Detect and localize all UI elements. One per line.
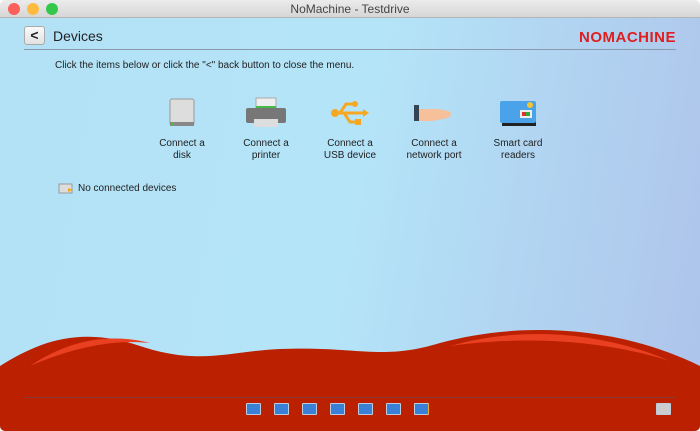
scale-toolbar-icon[interactable] xyxy=(386,403,401,415)
device-folder-icon xyxy=(58,183,73,194)
display-settings-toolbar-icon[interactable] xyxy=(414,403,429,415)
window-toolbar-icon[interactable] xyxy=(274,403,289,415)
back-button[interactable]: < xyxy=(24,26,45,45)
item-label: printer xyxy=(251,150,281,161)
item-label: Connect a xyxy=(327,138,373,149)
item-label: disk xyxy=(173,150,191,161)
connect-printer-button[interactable]: Connect a printer xyxy=(224,96,308,162)
disconnect-toolbar-icon[interactable] xyxy=(656,403,671,415)
fullscreen-toolbar-icon[interactable] xyxy=(358,403,373,415)
keyboard-toolbar-icon[interactable] xyxy=(246,403,261,415)
minimize-button[interactable] xyxy=(27,3,39,15)
resolution-toolbar-icon[interactable] xyxy=(330,403,345,415)
usb-icon xyxy=(308,96,392,130)
item-label: Smart card xyxy=(493,138,543,149)
nomachine-logo: NOMACHINE xyxy=(579,29,676,46)
instructions-text: Click the items below or click the "<" b… xyxy=(55,60,355,71)
window-title: NoMachine - Testdrive xyxy=(290,2,410,16)
header: < Devices NOMACHINE xyxy=(24,26,676,50)
disk-icon xyxy=(140,96,224,130)
connect-usb-button[interactable]: Connect a USB device xyxy=(308,96,392,162)
item-label: Connect a xyxy=(159,138,205,149)
zoom-button[interactable] xyxy=(46,3,58,15)
item-label: USB device xyxy=(323,150,377,161)
footer-toolbar xyxy=(246,403,429,415)
fit-toolbar-icon[interactable] xyxy=(302,403,317,415)
item-label: readers xyxy=(501,150,535,161)
page-title: Devices xyxy=(53,28,103,44)
footer-divider xyxy=(24,397,676,398)
smart-card-icon xyxy=(476,96,560,130)
hand-icon xyxy=(392,96,476,130)
title-bar: NoMachine - Testdrive xyxy=(0,0,700,18)
close-button[interactable] xyxy=(8,3,20,15)
smart-card-readers-button[interactable]: Smart card readers xyxy=(476,96,560,162)
nomachine-window: NoMachine - Testdrive < Devices NOMACHIN… xyxy=(0,0,700,431)
item-label: Connect a xyxy=(411,138,457,149)
status-text: No connected devices xyxy=(78,182,177,194)
item-label: Connect a xyxy=(243,138,289,149)
connected-devices-status: No connected devices xyxy=(58,182,176,194)
connect-disk-button[interactable]: Connect a disk xyxy=(140,96,224,162)
item-label: network port xyxy=(406,150,462,161)
printer-icon xyxy=(224,96,308,130)
devices-panel: < Devices NOMACHINE Click the items belo… xyxy=(0,18,700,431)
connect-network-port-button[interactable]: Connect a network port xyxy=(392,96,476,162)
